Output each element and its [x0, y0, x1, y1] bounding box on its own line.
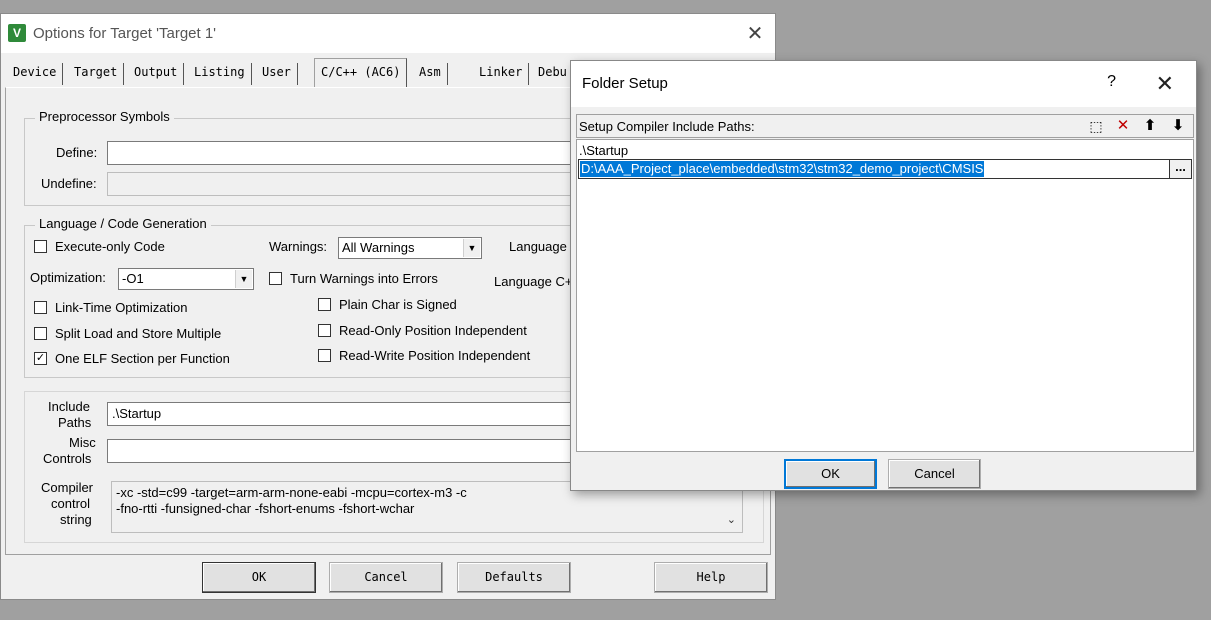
warnings-label: Warnings: [269, 239, 328, 254]
plain-char-label: Plain Char is Signed [339, 297, 457, 312]
tab-asm[interactable]: Asm [413, 63, 448, 85]
compiler-label-line3: string [60, 512, 92, 527]
move-up-icon[interactable]: ⬆ [1139, 116, 1161, 136]
link-time-box[interactable] [34, 301, 47, 314]
turn-warnings-box[interactable] [269, 272, 282, 285]
tab-output[interactable]: Output [128, 63, 185, 85]
ro-pi-checkbox[interactable]: Read-Only Position Independent [318, 323, 527, 338]
options-defaults-button[interactable]: Defaults [457, 562, 571, 593]
execute-only-label: Execute-only Code [55, 239, 165, 254]
folder-setup-dialog: Folder Setup ? ✕ Setup Compiler Include … [570, 60, 1197, 491]
path-edit-row[interactable]: D:\AAA_Project_place\embedded\stm32\stm3… [578, 159, 1192, 179]
optimization-select[interactable]: -O1 ▼ [118, 268, 254, 290]
execute-only-checkbox[interactable]: Execute-only Code [34, 239, 165, 254]
tab-linker[interactable]: Linker [473, 63, 530, 85]
new-folder-icon[interactable]: ⬚ [1085, 116, 1107, 136]
language-cpp-label: Language C+ [494, 274, 573, 289]
tab-debug[interactable]: Debu [532, 63, 573, 85]
chevron-down-icon: ▼ [463, 239, 480, 257]
tab-listing[interactable]: Listing [188, 63, 252, 85]
help-icon[interactable]: ? [1107, 73, 1116, 91]
warnings-select[interactable]: All Warnings ▼ [338, 237, 482, 259]
options-ok-button[interactable]: OK [202, 562, 316, 593]
folder-setup-titlebar: Folder Setup ? ✕ [571, 61, 1196, 107]
options-tabs: Device Target Output Listing User C/C++ … [7, 58, 587, 88]
options-cancel-button[interactable]: Cancel [329, 562, 443, 593]
scroll-down-icon[interactable]: ⌄ [727, 512, 736, 528]
tab-user[interactable]: User [256, 63, 298, 85]
ro-pi-box[interactable] [318, 324, 331, 337]
options-dialog-title: Options for Target 'Target 1' [33, 25, 217, 42]
link-time-optimization-checkbox[interactable]: Link-Time Optimization [34, 300, 187, 315]
preprocessor-group-title: Preprocessor Symbols [35, 109, 174, 124]
ro-pi-label: Read-Only Position Independent [339, 323, 527, 338]
tab-target[interactable]: Target [68, 63, 125, 85]
rw-pi-checkbox[interactable]: Read-Write Position Independent [318, 348, 530, 363]
split-load-store-checkbox[interactable]: Split Load and Store Multiple [34, 326, 221, 341]
plain-char-box[interactable] [318, 298, 331, 311]
one-elf-label: One ELF Section per Function [55, 351, 230, 366]
turn-warnings-label: Turn Warnings into Errors [290, 271, 438, 286]
folder-cancel-button[interactable]: Cancel [888, 459, 981, 489]
include-paths-header: Setup Compiler Include Paths: ⬚ ✕ ⬆ ⬇ [576, 114, 1194, 138]
browse-button[interactable]: ... [1169, 160, 1191, 178]
split-load-box[interactable] [34, 327, 47, 340]
rw-pi-box[interactable] [318, 349, 331, 362]
move-down-icon[interactable]: ⬇ [1167, 116, 1189, 136]
folder-setup-title: Folder Setup [582, 75, 668, 92]
path-edit-input[interactable]: D:\AAA_Project_place\embedded\stm32\stm3… [580, 161, 985, 177]
keil-app-icon: V [8, 24, 26, 42]
one-elf-box[interactable]: ✓ [34, 352, 47, 365]
compiler-label-line2: control [51, 496, 91, 511]
misc-label-line1: Misc [69, 435, 96, 450]
split-load-label: Split Load and Store Multiple [55, 326, 222, 341]
options-close-button[interactable]: ✕ [743, 22, 767, 46]
undefine-label: Undefine: [41, 176, 97, 191]
folder-ok-button[interactable]: OK [784, 459, 877, 489]
chevron-down-icon: ▼ [235, 270, 252, 288]
execute-only-box[interactable] [34, 240, 47, 253]
link-time-label: Link-Time Optimization [55, 300, 188, 315]
compiler-label-line1: Compiler [41, 480, 94, 495]
language-group-title: Language / Code Generation [35, 216, 211, 231]
tab-device[interactable]: Device [7, 63, 64, 85]
plain-char-signed-checkbox[interactable]: Plain Char is Signed [318, 297, 457, 312]
turn-warnings-checkbox[interactable]: Turn Warnings into Errors [269, 271, 438, 286]
language-c-label: Language [509, 239, 567, 254]
one-elf-section-checkbox[interactable]: ✓ One ELF Section per Function [34, 351, 230, 366]
include-paths-list[interactable]: .\Startup D:\AAA_Project_place\embedded\… [576, 139, 1194, 452]
compiler-control-line2: -fno-rtti -funsigned-char -fshort-enums … [116, 501, 415, 516]
options-help-button[interactable]: Help [654, 562, 768, 593]
list-item[interactable]: .\Startup [579, 143, 628, 158]
optimization-value: -O1 [122, 271, 144, 286]
include-paths-label: Setup Compiler Include Paths: [579, 119, 755, 134]
include-label-line2: Paths [58, 415, 92, 430]
misc-label-line2: Controls [43, 451, 92, 466]
tab-c-cpp-ac6[interactable]: C/C++ (AC6) [314, 58, 408, 87]
define-label: Define: [56, 145, 98, 160]
optimization-label: Optimization: [30, 270, 106, 285]
options-titlebar: V Options for Target 'Target 1' ✕ [1, 14, 775, 53]
include-label-line1: Include [48, 399, 90, 414]
delete-icon[interactable]: ✕ [1112, 116, 1134, 136]
warnings-value: All Warnings [342, 240, 415, 255]
rw-pi-label: Read-Write Position Independent [339, 348, 531, 363]
folder-setup-close-button[interactable]: ✕ [1156, 71, 1174, 97]
